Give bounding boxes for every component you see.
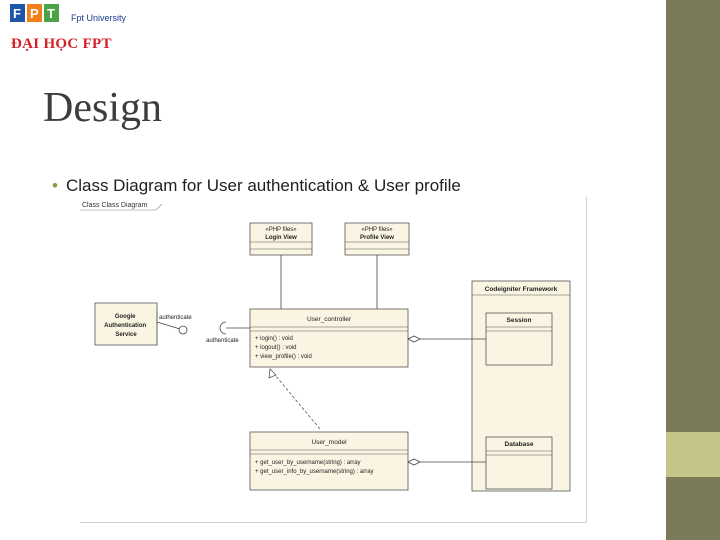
authenticate-label-bottom: authenticate	[206, 338, 239, 344]
authenticate-label-top: authenticate	[159, 315, 192, 321]
slide-bullet: • Class Diagram for User authentication &…	[52, 176, 461, 196]
class-user-model: User_model + get_user_by_username(string…	[249, 431, 409, 491]
user-model-method: + get_user_by_username(string) : array	[255, 460, 361, 466]
profile-view-stereotype: «PHP files»	[361, 227, 393, 233]
slide-title: Design	[43, 85, 162, 131]
login-view-name: Login View	[265, 235, 297, 241]
right-accent-bar	[666, 0, 720, 540]
svg-text:T: T	[47, 6, 55, 21]
svg-text:F: F	[13, 6, 21, 21]
session-name: Session	[507, 317, 532, 324]
class-diagram: Class Class Diagram «PHP files» Login Vi…	[80, 197, 587, 523]
user-model-method: + get_user_info_by_username(string) : ar…	[255, 469, 374, 475]
svg-text:P: P	[30, 6, 39, 21]
aggregation-diamond-icon	[407, 458, 421, 466]
required-interface-icon	[219, 321, 227, 335]
user-controller-method: + logout() : void	[255, 345, 297, 351]
profile-view-name: Profile View	[360, 235, 394, 241]
class-google-auth-service: Google Authentication Service	[94, 302, 158, 346]
fpt-logo-mark: F P T	[10, 4, 59, 22]
user-controller-method: + view_profile() : void	[255, 354, 312, 360]
google-interface-line	[156, 321, 181, 330]
frame-label-corner	[155, 203, 163, 211]
class-profile-view: «PHP files» Profile View	[344, 222, 410, 256]
accent-bar-middle	[666, 432, 720, 477]
dependency-arrow-icon	[268, 368, 277, 379]
controller-model-dependency	[269, 368, 321, 430]
accent-bar-top	[666, 0, 720, 432]
database-name: Database	[505, 441, 534, 448]
user-controller-method: + login() : void	[255, 336, 293, 342]
user-model-name: User_model	[311, 439, 347, 446]
fpt-logo: F P T Fpt University ĐẠI HỌC FPT	[8, 2, 138, 58]
accent-bar-bottom	[666, 477, 720, 540]
codeigniter-name: Codeigniter Framework	[485, 286, 558, 293]
logo-vietnamese-name: ĐẠI HỌC FPT	[11, 36, 112, 52]
class-login-view: «PHP files» Login View	[249, 222, 313, 256]
bullet-text: Class Diagram for User authentication & …	[65, 176, 461, 195]
provided-interface-icon	[178, 325, 188, 335]
logo-university-text: Fpt University	[71, 13, 127, 23]
login-view-stereotype: «PHP files»	[265, 227, 297, 233]
user-controller-name: User_controller	[307, 316, 352, 323]
bullet-dot-icon: •	[52, 176, 58, 195]
class-user-controller: User_controller + login() : void + logou…	[249, 308, 409, 368]
aggregation-diamond-icon	[407, 335, 421, 343]
diagram-frame-label: Class Class Diagram	[82, 202, 148, 209]
package-codeigniter: Codeigniter Framework Session Database	[471, 280, 571, 492]
